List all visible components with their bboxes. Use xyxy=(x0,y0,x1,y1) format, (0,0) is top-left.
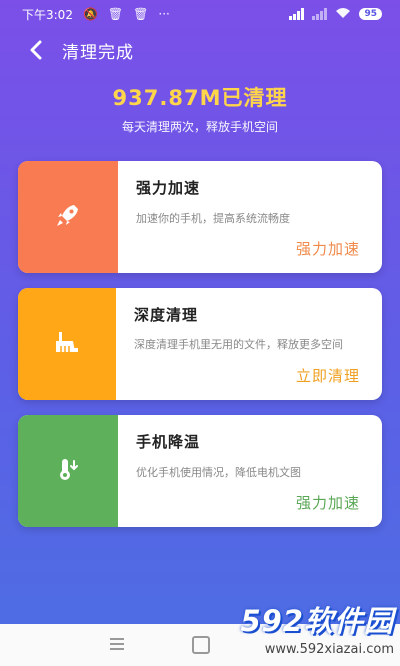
card-icon-panel xyxy=(18,415,118,527)
thermometer-icon xyxy=(54,455,82,487)
mute-bell-icon: 🔕 xyxy=(82,7,98,21)
card-title: 强力加速 xyxy=(136,179,201,197)
card-title: 手机降温 xyxy=(136,433,201,451)
card-cooldown[interactable]: 手机降温 优化手机使用情况，降低电机文图 强力加速 xyxy=(18,415,382,527)
clean-now-button[interactable]: 立即清理 xyxy=(296,365,360,386)
card-deep-clean[interactable]: 深度清理 深度清理手机里无用的文件，释放更多空间 立即清理 xyxy=(18,288,382,400)
card-icon-panel xyxy=(18,288,116,400)
card-desc: 加速你的手机，提高系统流畅度 xyxy=(136,212,290,225)
back-arrow-icon[interactable] xyxy=(16,32,56,68)
card-content: 强力加速 加速你的手机，提高系统流畅度 强力加速 xyxy=(118,161,382,273)
cleaned-amount: 937.87M已清理 xyxy=(112,86,288,110)
card-title: 深度清理 xyxy=(134,306,199,324)
signal-icon xyxy=(289,8,305,20)
header: 清理完成 xyxy=(0,32,400,68)
menu-icon[interactable] xyxy=(110,638,124,650)
card-desc: 优化手机使用情况，降低电机文图 xyxy=(136,466,301,479)
status-time: 下午3:02 xyxy=(22,7,73,22)
watermark: 592软件园 www.592xiazai.com xyxy=(198,598,394,657)
trash-icon-2: 🗑 xyxy=(133,7,149,21)
more-dots-icon: ··· xyxy=(158,7,170,21)
trash-icon: 🗑 xyxy=(107,7,124,21)
wifi-icon xyxy=(335,7,351,22)
watermark-url: www.592xiazai.com xyxy=(264,642,394,657)
cooldown-button[interactable]: 强力加速 xyxy=(296,492,360,513)
clean-summary: 937.87M已清理 每天清理两次，释放手机空间 xyxy=(0,82,400,135)
card-content: 手机降温 优化手机使用情况，降低电机文图 强力加速 xyxy=(118,415,382,527)
signal-icon-2 xyxy=(312,8,328,20)
battery-icon: 95 xyxy=(359,8,382,20)
status-left: 下午3:02 🔕 🗑 🗑 ··· xyxy=(22,6,170,23)
status-bar: 下午3:02 🔕 🗑 🗑 ··· 95 xyxy=(0,0,400,28)
card-speed-boost[interactable]: 强力加速 加速你的手机，提高系统流畅度 强力加速 xyxy=(18,161,382,273)
watermark-brand: 592软件园 xyxy=(240,604,394,638)
card-content: 深度清理 深度清理手机里无用的文件，释放更多空间 立即清理 xyxy=(116,288,382,400)
summary-subtitle: 每天清理两次，释放手机空间 xyxy=(121,120,278,134)
speed-boost-button[interactable]: 强力加速 xyxy=(296,238,360,259)
status-right: 95 xyxy=(289,7,382,22)
page-title: 清理完成 xyxy=(62,42,134,63)
card-icon-panel xyxy=(18,161,118,273)
broom-icon xyxy=(53,328,81,360)
card-desc: 深度清理手机里无用的文件，释放更多空间 xyxy=(134,338,343,351)
rocket-icon xyxy=(54,201,82,233)
